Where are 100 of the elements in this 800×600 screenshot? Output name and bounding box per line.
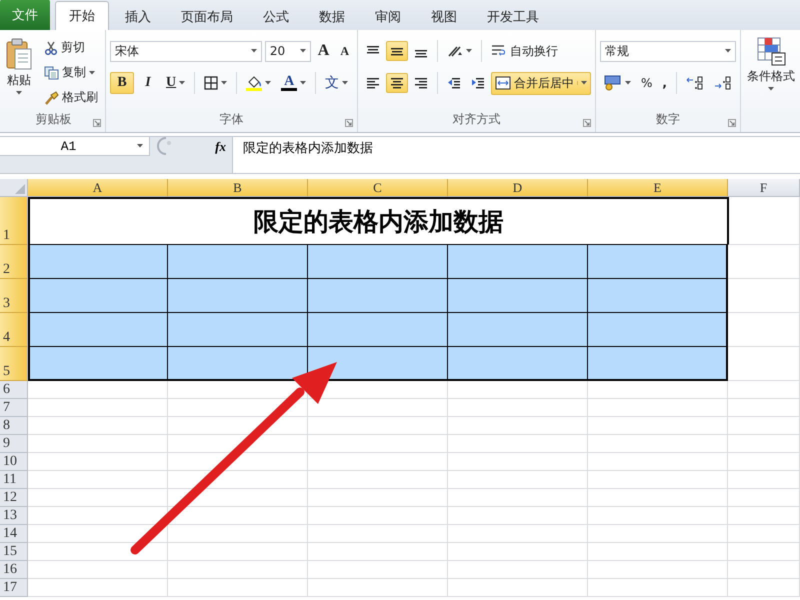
bold-button[interactable]: B: [110, 72, 134, 94]
row-header[interactable]: 8: [0, 417, 28, 435]
dialog-launcher-icon[interactable]: [93, 119, 101, 127]
scissors-icon: [44, 40, 58, 54]
table-cell[interactable]: [448, 279, 588, 313]
table-cell[interactable]: [168, 313, 308, 347]
caret-icon: [725, 49, 731, 53]
grow-font-button[interactable]: A: [314, 39, 334, 63]
table-cell[interactable]: [588, 313, 728, 347]
table-cell[interactable]: [28, 347, 168, 381]
paintbrush-icon: [44, 90, 59, 104]
column-header[interactable]: F: [728, 179, 800, 197]
ribbon-tab[interactable]: 公式: [249, 3, 303, 30]
copy-button[interactable]: 复制: [40, 61, 102, 84]
column-header[interactable]: E: [588, 179, 728, 197]
table-cell[interactable]: [448, 313, 588, 347]
dialog-launcher-icon[interactable]: [728, 119, 736, 127]
caret-icon: [250, 49, 257, 53]
ribbon-tab[interactable]: 页面布局: [167, 3, 247, 30]
group-label: 字体: [218, 111, 244, 128]
caret-icon: [300, 81, 306, 85]
indent-icon: [447, 76, 461, 90]
format-painter-button[interactable]: 格式刷: [40, 86, 102, 109]
row-header[interactable]: 6: [0, 381, 28, 399]
cut-button[interactable]: 剪切: [40, 36, 102, 59]
shrink-font-button[interactable]: A: [336, 40, 353, 62]
row-header[interactable]: 4: [0, 313, 28, 347]
caret-icon: [137, 144, 143, 148]
column-header[interactable]: C: [308, 179, 448, 197]
ribbon-tab[interactable]: 开始: [55, 1, 109, 30]
align-lines-icon: [366, 76, 380, 90]
row-header[interactable]: 17: [0, 579, 28, 597]
ribbon-tab[interactable]: 审阅: [361, 3, 415, 30]
row-header[interactable]: 9: [0, 435, 28, 453]
row-header[interactable]: 3: [0, 279, 28, 313]
font-name-dropdown[interactable]: 宋体: [110, 40, 262, 62]
table-cell[interactable]: [308, 245, 448, 279]
table-cell[interactable]: [28, 313, 168, 347]
ribbon-tab[interactable]: 视图: [417, 3, 471, 30]
caret-icon: [466, 49, 472, 53]
table-cell[interactable]: [588, 347, 728, 381]
phonetic-guide-button[interactable]: 文: [321, 71, 352, 95]
caret-icon: [221, 81, 228, 85]
name-box[interactable]: A1: [0, 137, 150, 156]
caret-icon: [768, 87, 774, 91]
decimal-arrow-icon: [686, 76, 704, 90]
ribbon-tab[interactable]: 数据: [305, 3, 359, 30]
row-header[interactable]: 13: [0, 507, 28, 525]
font-size-dropdown[interactable]: 20: [264, 40, 311, 62]
row-header[interactable]: 15: [0, 543, 28, 561]
caret-icon: [300, 49, 306, 53]
percent-button[interactable]: %: [637, 73, 656, 93]
table-cell[interactable]: [168, 279, 308, 313]
merge-center-button[interactable]: 合并后居中: [491, 72, 591, 94]
table-cell[interactable]: [308, 279, 448, 313]
ribbon-tab[interactable]: 插入: [111, 3, 165, 30]
caret-icon: [89, 70, 95, 74]
table-cell[interactable]: [588, 245, 728, 279]
underline-button[interactable]: U: [162, 72, 190, 94]
insert-function-button[interactable]: fx: [215, 137, 226, 156]
conditional-formatting-button[interactable]: 条件格式: [745, 34, 797, 93]
dialog-launcher-icon[interactable]: [345, 119, 353, 127]
caret-icon: [16, 91, 22, 95]
row-header[interactable]: 11: [0, 471, 28, 489]
column-header[interactable]: A: [28, 179, 168, 197]
merged-title-cell: 限定的表格内添加数据: [28, 197, 728, 245]
table-cell[interactable]: [168, 245, 308, 279]
table-cell[interactable]: [588, 279, 728, 313]
paste-button[interactable]: 粘贴: [4, 36, 34, 110]
row-header[interactable]: 12: [0, 489, 28, 507]
row-header[interactable]: 5: [0, 347, 28, 381]
column-header[interactable]: D: [448, 179, 588, 197]
column-header[interactable]: B: [168, 179, 308, 197]
table-cell[interactable]: [308, 313, 448, 347]
table-cell[interactable]: [448, 245, 588, 279]
formula-input[interactable]: 限定的表格内添加数据: [232, 137, 800, 173]
font-color-button[interactable]: A: [277, 72, 310, 94]
wrap-text-button[interactable]: 自动换行: [487, 40, 562, 62]
number-format-dropdown[interactable]: 常规: [600, 40, 736, 62]
comma-button[interactable]: ,: [658, 73, 671, 93]
table-cell[interactable]: [448, 347, 588, 381]
table-cell[interactable]: [168, 347, 308, 381]
row-header[interactable]: 7: [0, 399, 28, 417]
ribbon-tab[interactable]: 文件: [0, 0, 50, 30]
row-header[interactable]: 10: [0, 453, 28, 471]
caret-icon: [265, 81, 272, 85]
row-header[interactable]: 1: [0, 197, 28, 245]
italic-button[interactable]: I: [136, 72, 160, 94]
dialog-launcher-icon[interactable]: [583, 119, 591, 127]
row-header[interactable]: 2: [0, 245, 28, 279]
select-all-icon[interactable]: [15, 184, 25, 194]
table-cell[interactable]: [28, 279, 168, 313]
horizontal-align-button[interactable]: [386, 73, 408, 93]
vertical-align-button[interactable]: [386, 41, 408, 61]
group-label: 对齐方式: [452, 111, 502, 128]
row-header[interactable]: 14: [0, 525, 28, 543]
table-cell[interactable]: [28, 245, 168, 279]
ribbon-tab[interactable]: 开发工具: [473, 3, 553, 30]
group-label: 剪贴板: [34, 111, 72, 128]
row-header[interactable]: 16: [0, 561, 28, 579]
